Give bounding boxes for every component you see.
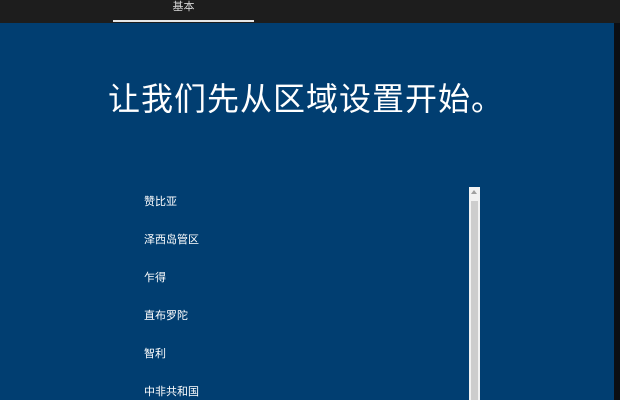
region-item-label: 泽西岛管区 xyxy=(144,233,199,246)
top-bar: 基本 xyxy=(0,0,620,23)
scrollbar-thumb[interactable] xyxy=(471,201,478,400)
region-item-central-african-republic[interactable]: 中非共和国 xyxy=(131,373,469,400)
region-list-scrollbar[interactable] xyxy=(469,187,480,400)
region-item-zambia[interactable]: 赞比亚 xyxy=(131,183,469,221)
scroll-up-arrow-icon[interactable] xyxy=(469,187,480,199)
region-item-chile[interactable]: 智利 xyxy=(131,335,469,373)
region-item-label: 赞比亚 xyxy=(144,195,177,208)
region-item-label: 中非共和国 xyxy=(144,385,199,398)
region-list[interactable]: 赞比亚 泽西岛管区 乍得 直布罗陀 智利 中非共和国 xyxy=(131,183,469,400)
region-item-label: 乍得 xyxy=(144,271,166,284)
tab-active-indicator xyxy=(113,20,254,22)
region-item-jersey[interactable]: 泽西岛管区 xyxy=(131,221,469,259)
tab-basics[interactable]: 基本 xyxy=(113,0,254,23)
region-item-label: 直布罗陀 xyxy=(144,309,188,322)
region-item-gibraltar[interactable]: 直布罗陀 xyxy=(131,297,469,335)
tab-basics-label: 基本 xyxy=(172,0,195,13)
region-item-label: 智利 xyxy=(144,347,166,360)
window-edge xyxy=(614,23,620,400)
region-item-chad[interactable]: 乍得 xyxy=(131,259,469,297)
page-title: 让我们先从区域设置开始。 xyxy=(108,80,505,118)
